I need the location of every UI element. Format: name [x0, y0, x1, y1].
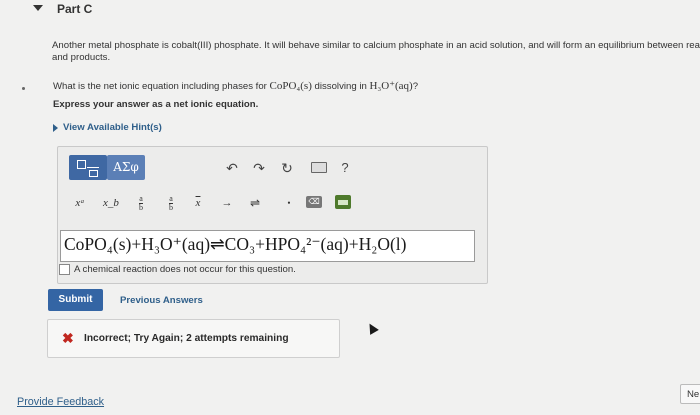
equilibrium-arrow-key[interactable]: ⇌	[247, 193, 263, 213]
question-prefix: What is the net ionic equation including…	[53, 81, 270, 92]
mixed-fraction-bottom: b	[169, 202, 173, 212]
instruction-text: Express your answer as a net ionic equat…	[53, 99, 259, 110]
provide-feedback-link[interactable]: Provide Feedback	[17, 396, 104, 408]
reaction-arrow-key[interactable]: →	[219, 193, 235, 213]
templates-button[interactable]	[69, 155, 107, 180]
intro-line-2: and products.	[52, 52, 111, 63]
feedback-message: Incorrect; Try Again; 2 attempts remaini…	[84, 333, 289, 344]
fraction-glyph: ab	[139, 193, 143, 212]
next-button[interactable]: Ne	[680, 384, 700, 404]
delete-icon[interactable]: ⌫	[306, 196, 322, 208]
submit-button[interactable]: Submit	[48, 289, 103, 311]
question-compound: CoPO₄(s)	[269, 80, 312, 92]
keyboard-icon[interactable]	[311, 162, 327, 173]
keyboard-toggle-icon[interactable]	[335, 195, 351, 209]
incorrect-icon: ✖	[62, 330, 74, 346]
dot-key[interactable]: •	[282, 193, 296, 213]
redo-icon[interactable]: ↷	[249, 158, 269, 178]
subscript-key[interactable]: x_b	[100, 193, 122, 213]
fraction-key[interactable]: ab	[133, 193, 149, 213]
question-suffix: ?	[412, 81, 419, 92]
undo-icon[interactable]: ↶	[222, 158, 242, 178]
template-box-icon	[77, 160, 86, 169]
template-box2-icon	[89, 170, 98, 177]
collapse-caret-icon[interactable]	[33, 5, 43, 11]
part-header[interactable]: Part C	[0, 0, 700, 22]
help-icon[interactable]: ?	[338, 158, 352, 178]
mouse-cursor-icon	[365, 321, 379, 335]
template-line-icon	[87, 167, 99, 168]
no-reaction-label: A chemical reaction does not occur for t…	[74, 264, 296, 275]
keyboard-toggle-inner	[338, 200, 348, 205]
bullet-icon	[22, 87, 25, 90]
no-reaction-checkbox[interactable]	[59, 264, 70, 275]
question-text: What is the net ionic equation including…	[53, 79, 418, 92]
superscript-key[interactable]: xᵃ	[69, 193, 91, 213]
view-hints-label: View Available Hint(s)	[63, 122, 162, 133]
answer-value[interactable]: CoPO₄(s)+H₃O⁺(aq)⇌CO₃+HPO₄²⁻(aq)+H₂O(l)	[64, 232, 407, 256]
mixed-fraction-top: a	[169, 193, 173, 203]
expand-triangle-icon	[53, 123, 58, 132]
mixed-fraction-key[interactable]: ab	[163, 193, 179, 213]
fraction-bottom: b	[139, 202, 143, 212]
intro-line-1: Another metal phosphate is cobalt(III) p…	[52, 40, 700, 51]
overline-key[interactable]: x	[190, 193, 206, 213]
question-middle: dissolving in	[311, 81, 370, 92]
intro-text: Another metal phosphate is cobalt(III) p…	[52, 40, 700, 64]
part-title: Part C	[57, 2, 93, 16]
fraction-top: a	[139, 193, 143, 203]
reset-icon[interactable]: ↻	[277, 158, 297, 178]
view-hints-link[interactable]: View Available Hint(s)	[53, 122, 162, 133]
question-solvent: H₃O⁺(aq)	[369, 80, 413, 92]
symbol-toolbar: xᵃ x_b ab ab x → ⇌ • ⌫	[64, 193, 481, 215]
mixed-fraction-glyph: ab	[169, 193, 173, 212]
greek-symbols-button[interactable]: ΑΣφ	[107, 155, 145, 180]
no-reaction-option[interactable]: A chemical reaction does not occur for t…	[59, 264, 296, 275]
previous-answers-link[interactable]: Previous Answers	[120, 295, 203, 306]
editor-toolbar: ΑΣφ ↶ ↷ ↻ ?	[64, 155, 481, 181]
